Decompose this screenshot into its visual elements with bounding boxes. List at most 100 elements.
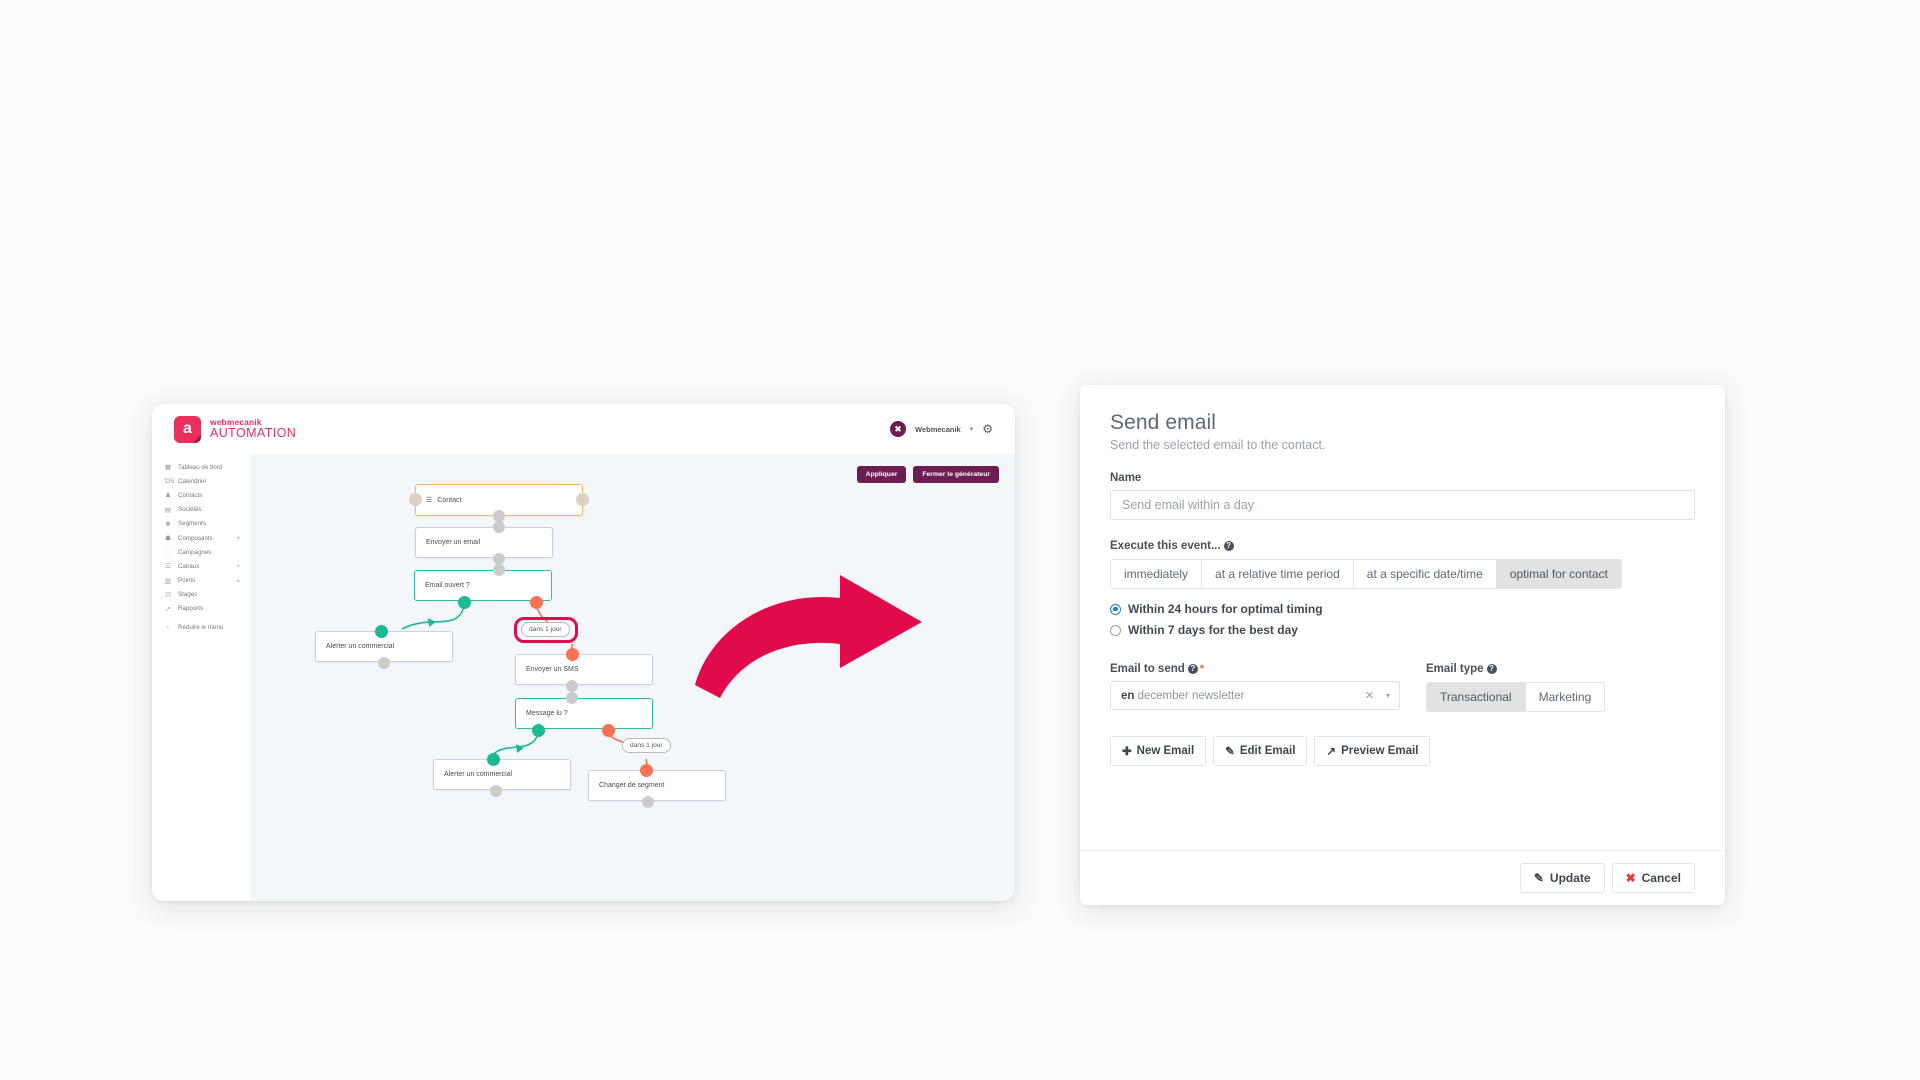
sidebar-item-campagnes[interactable]: ◌ Campagnes [152,545,250,559]
node-port-bottom[interactable] [378,657,390,669]
name-field-label: Name [1110,472,1695,484]
node-port-top[interactable] [493,521,505,533]
flow-node-label: Envoyer un SMS [526,666,579,673]
sidebar-item-calendrier[interactable]: Ὄ5 Calendrier [152,474,250,488]
execute-option-relative-time[interactable]: at a relative time period [1201,559,1353,589]
account-menu[interactable]: ✖ Webmecanik ▾ ⚙ [890,421,993,437]
node-port-bottom[interactable] [490,785,502,797]
help-icon[interactable]: ? [1486,664,1497,674]
timing-radio-24h[interactable]: Within 24 hours for optimal timing [1110,602,1695,616]
chevron-down-icon[interactable]: ▾ [970,425,974,433]
node-port-no[interactable] [530,596,543,609]
flow-node-send-email[interactable]: Envoyer un email [415,527,553,558]
sidebar-item-label: Réduire le menu [178,623,224,631]
execute-option-specific-datetime[interactable]: at a specific date/time [1352,559,1496,589]
node-port-bottom[interactable] [566,680,578,692]
node-port-top[interactable] [566,648,579,661]
annotation-arrow [695,575,922,698]
account-avatar-icon: ✖ [890,421,906,437]
node-port-right[interactable] [576,493,589,506]
webmecanik-logo-icon: a [174,415,201,443]
pencil-edit-icon: ✎ [1225,746,1235,758]
sidebar-item-expand-icon[interactable]: ▸ [237,563,240,569]
sidebar-item-segments[interactable]: ❃ Segments [152,517,250,531]
edit-email-button[interactable]: ✎ Edit Email [1213,736,1308,766]
node-port-top[interactable] [566,692,578,704]
node-port-no[interactable] [602,724,615,737]
sidebar-item-label: Sociétés [178,506,202,514]
sidebar-item-icon: ↗ [165,605,171,613]
sidebar-item-expand-icon[interactable]: ▸ [237,578,240,584]
sidebar-item-soci-t-s[interactable]: ▤ Sociétés [152,503,250,517]
node-port-yes[interactable] [532,724,545,737]
execute-label-text: Execute this event... [1110,540,1221,552]
edge-label-delay-1[interactable]: dans 1 jour [521,622,570,637]
node-port-left[interactable] [409,493,422,506]
timing-radio-24h-label: Within 24 hours for optimal timing [1128,602,1323,616]
chevron-down-icon[interactable]: ▾ [1386,691,1390,700]
execute-event-label: Execute this event...? [1110,540,1695,552]
pencil-icon: ✎ [1533,871,1544,885]
node-port-top[interactable] [375,625,388,638]
email-to-send-select[interactable]: en december newsletter ✕ ▾ [1110,681,1400,710]
brand-mark-letter: a [183,420,192,437]
sidebar-item-contacts[interactable]: ♟ Contacts [152,488,250,502]
sidebar-item-label: Campagnes [178,548,212,556]
cancel-button[interactable]: ✖ Cancel [1611,863,1695,893]
sidebar-item-expand-icon[interactable]: ▸ [237,535,240,541]
new-email-label: New Email [1136,745,1195,757]
sidebar-item-r-duire-le-menu[interactable]: ‹ Réduire le menu [152,620,250,634]
panel-subtitle: Send the selected email to the contact. [1110,438,1326,452]
help-icon[interactable]: ? [1223,541,1234,551]
sidebar-item-label: Rapports [178,605,204,613]
sidebar-item-rapports[interactable]: ↗ Rapports [152,602,250,616]
sidebar-item-label: Stages [178,591,198,599]
node-port-top[interactable] [493,564,505,576]
flow-node-alert-sales-2[interactable]: Alerter un commercial [433,759,571,790]
radio-icon-unselected[interactable] [1110,624,1121,636]
name-input[interactable] [1110,490,1695,520]
sidebar-item-label: Composants [178,534,213,542]
email-action-buttons: ✚ New Email ✎ Edit Email ↗ Preview Email [1110,736,1695,766]
email-name-text: december newsletter [1137,689,1245,702]
brand-logo-block: a webmecanik AUTOMATION [174,415,296,443]
timing-radio-7d-label: Within 7 days for the best day [1128,623,1298,637]
sidebar-item-icon: ☲ [165,563,171,571]
node-port-top[interactable] [640,764,653,777]
email-type-marketing[interactable]: Marketing [1524,682,1606,712]
edit-email-label: Edit Email [1239,745,1296,757]
sidebar-item-canaux[interactable]: ☲ Canaux ▸ [152,559,250,573]
sidebar-item-label: Segments [178,520,206,528]
help-icon[interactable]: ? [1187,664,1198,674]
email-type-transactional[interactable]: Transactional [1426,682,1525,712]
execute-option-immediately[interactable]: immediately [1110,559,1202,589]
flow-node-send-sms[interactable]: Envoyer un SMS [515,654,653,685]
account-name: Webmecanik [915,424,961,434]
update-button[interactable]: ✎ Update [1519,863,1605,893]
node-port-top[interactable] [487,753,500,766]
flow-node-label: Message lu ? [526,710,568,717]
node-port-bottom[interactable] [642,796,654,808]
sidebar-item-icon: ▤ [164,506,172,514]
preview-email-button[interactable]: ↗ Preview Email [1314,736,1431,766]
flow-node-label: Changer de segment [599,782,665,789]
flow-node-label: Contact [437,496,462,504]
sidebar-item-stages[interactable]: ☷ Stages [152,588,250,602]
execute-option-optimal-for-contact[interactable]: optimal for contact [1495,559,1622,589]
radio-icon-selected[interactable] [1110,603,1121,615]
sidebar-item-composants[interactable]: ☗ Composants ▸ [152,531,250,545]
clear-icon[interactable]: ✕ [1365,689,1374,702]
gear-icon[interactable]: ⚙ [982,422,993,436]
sidebar: ▦ Tableau de bord Ὄ5 Calendrier ♟ Contacts ▤ So… [152,454,250,901]
cancel-label: Cancel [1641,871,1681,885]
email-to-send-label-text: Email to send [1110,663,1185,675]
timing-radio-7d[interactable]: Within 7 days for the best day [1110,623,1695,637]
sidebar-item-points[interactable]: ▥ Points ▸ [152,574,250,588]
node-port-yes[interactable] [458,596,471,609]
email-type-segmented-control: Transactional Marketing [1426,682,1695,712]
edge-label-delay-2[interactable]: dans 1 jour [622,738,671,753]
flow-node-email-opened[interactable]: Email ouvert ? [414,570,552,601]
sidebar-item-tableau-de-bord[interactable]: ▦ Tableau de bord [152,460,250,474]
flow-node-change-segment[interactable]: Changer de segment [588,770,726,801]
new-email-button[interactable]: ✚ New Email [1110,736,1207,766]
